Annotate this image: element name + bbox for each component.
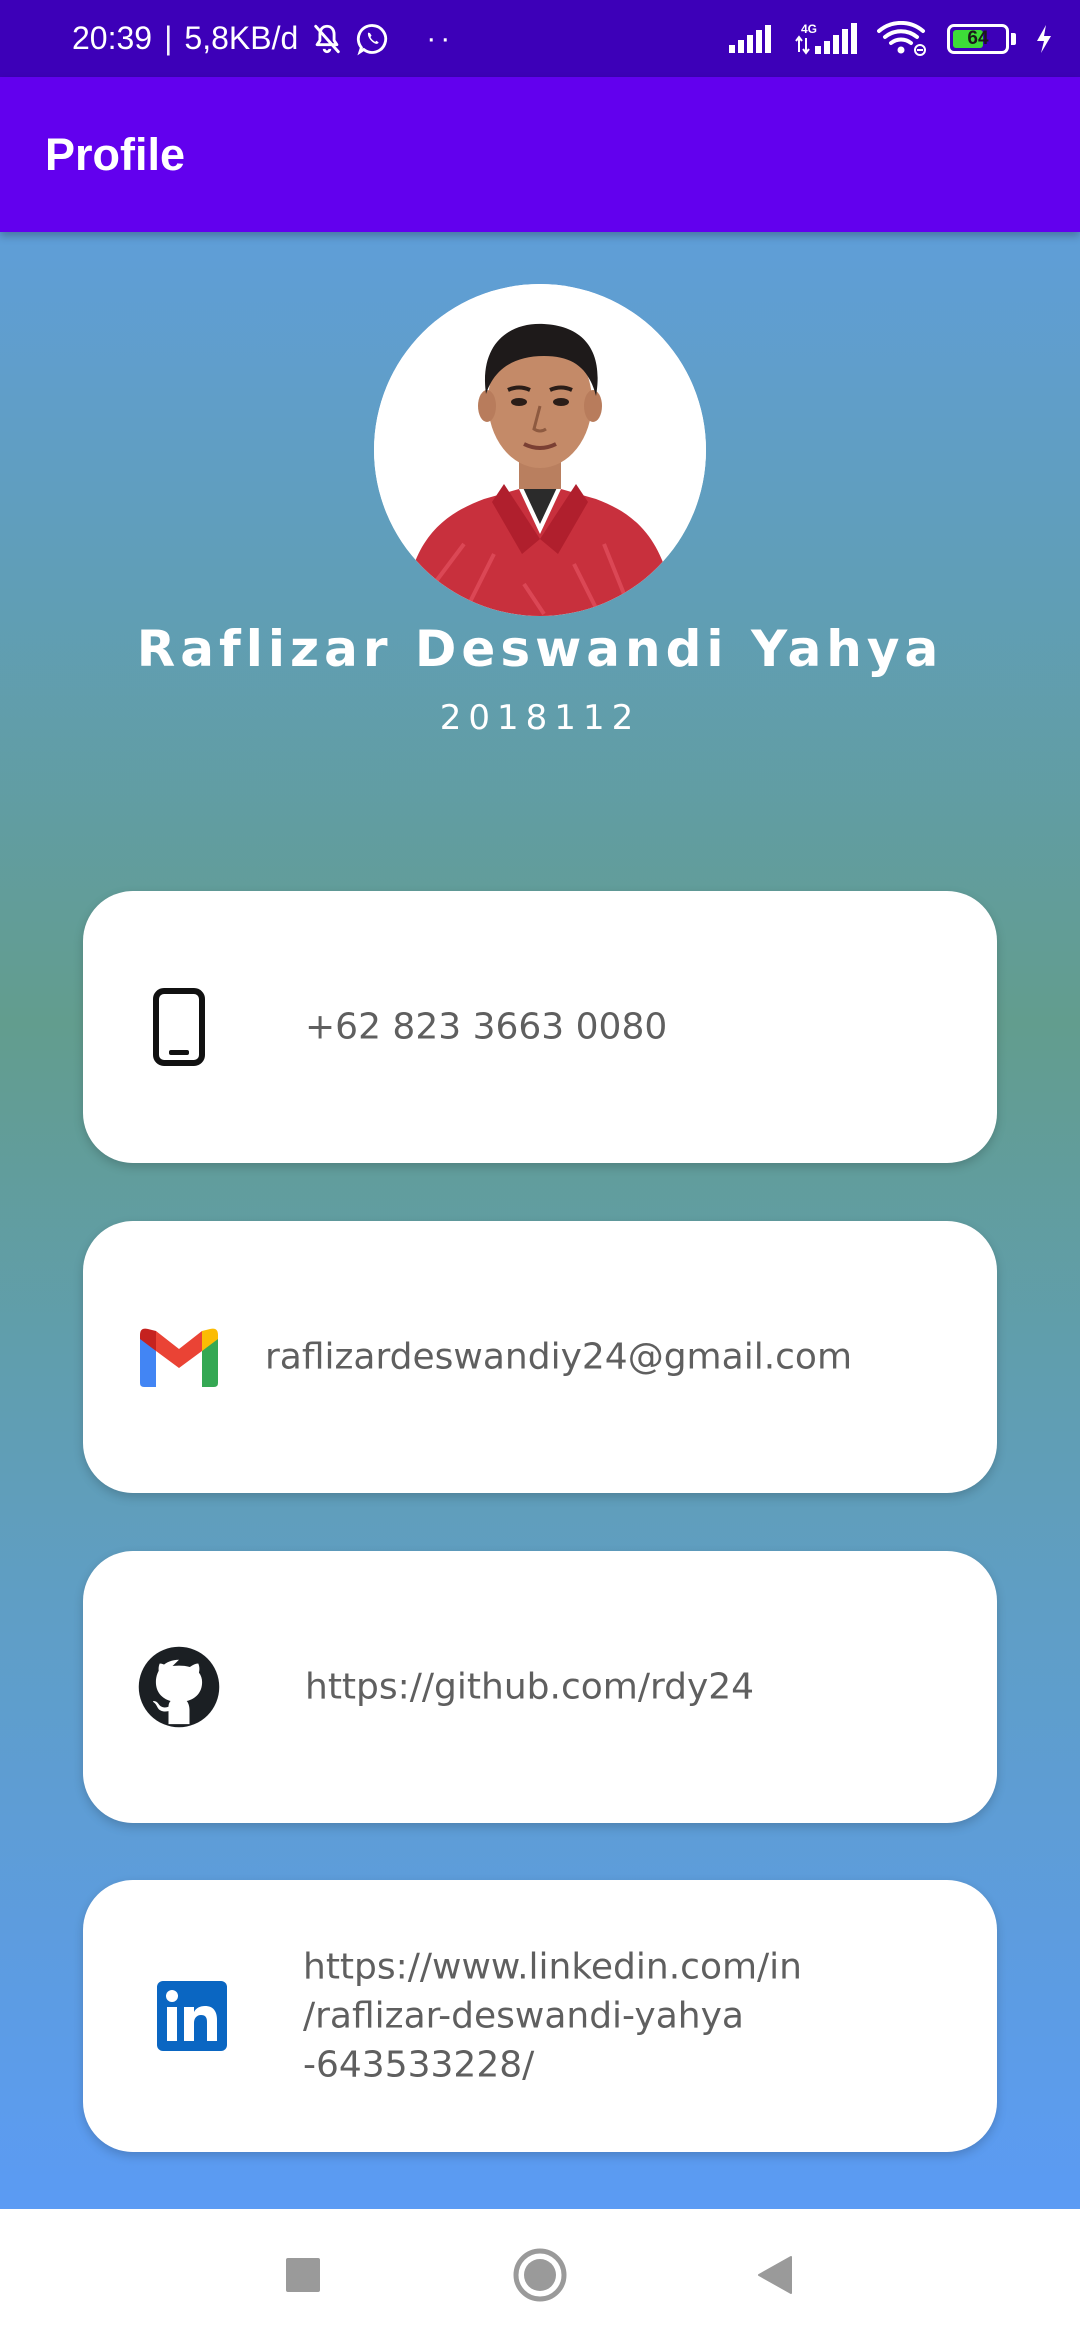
- profile-name: Raflizar Deswandi Yahya: [136, 620, 944, 678]
- signal-icon: [727, 23, 777, 55]
- status-bar: 20:39 | 5,8KB/d ·· 4G 64: [0, 0, 1080, 77]
- recents-button[interactable]: [270, 2209, 336, 2340]
- app-bar: Profile: [0, 77, 1080, 232]
- status-network-speed: 5,8KB/d: [184, 20, 299, 56]
- linkedin-icon: [157, 1981, 227, 2051]
- page-title: Profile: [45, 129, 186, 180]
- github-card[interactable]: https://github.com/rdy24: [83, 1551, 997, 1823]
- status-right: 4G 64: [727, 0, 1054, 77]
- screen: 20:39 | 5,8KB/d ·· 4G 64 Profile Rafliza…: [0, 0, 1080, 2340]
- phone-icon: [153, 988, 205, 1066]
- status-time: 20:39: [72, 20, 153, 56]
- linkedin-url-line-1: https://www.linkedin.com/in: [303, 1946, 802, 1988]
- charging-bolt-icon: [1034, 24, 1054, 54]
- whatsapp-icon: [356, 22, 390, 56]
- email-card[interactable]: raflizardeswandiy24@gmail.com: [83, 1221, 997, 1493]
- network-type-label: 4G: [801, 22, 817, 36]
- battery-level: 64: [967, 27, 989, 49]
- gmail-icon: [136, 1325, 222, 1389]
- status-left: 20:39 | 5,8KB/d ··: [72, 0, 454, 77]
- phone-number[interactable]: +62 823 3663 0080: [305, 1003, 667, 1052]
- profile-id: 2018112: [439, 698, 641, 738]
- home-circle-icon: [513, 2248, 567, 2301]
- home-button[interactable]: [505, 2209, 575, 2340]
- muted-bell-icon: [310, 22, 344, 56]
- linkedin-url-line-3: -643533228/: [303, 2044, 535, 2086]
- status-separator: |: [164, 20, 173, 56]
- linkedin-url-line-2: /raflizar-deswandi-yahya: [303, 1995, 744, 2037]
- linkedin-card[interactable]: https://www.linkedin.com/in /raflizar-de…: [83, 1880, 997, 2152]
- battery-cap: [1011, 32, 1016, 45]
- signal-4g-icon: 4G: [795, 22, 859, 56]
- navigation-bar: [0, 2209, 1080, 2340]
- github-icon: [137, 1645, 221, 1729]
- email-address[interactable]: raflizardeswandiy24@gmail.com: [265, 1333, 852, 1382]
- profile-content[interactable]: Raflizar Deswandi Yahya 2018112 +62 823 …: [0, 232, 1080, 2209]
- linkedin-url[interactable]: https://www.linkedin.com/in /raflizar-de…: [303, 1943, 802, 2090]
- profile-avatar: [374, 284, 706, 616]
- phone-card[interactable]: +62 823 3663 0080: [83, 891, 997, 1163]
- recents-square-icon: [286, 2257, 320, 2292]
- battery-icon: 64: [947, 23, 1009, 54]
- back-triangle-icon: [758, 2255, 792, 2294]
- back-button[interactable]: [742, 2209, 808, 2340]
- status-more-dots: ··: [426, 21, 455, 55]
- wifi-icon: [877, 20, 929, 57]
- github-url[interactable]: https://github.com/rdy24: [305, 1663, 754, 1712]
